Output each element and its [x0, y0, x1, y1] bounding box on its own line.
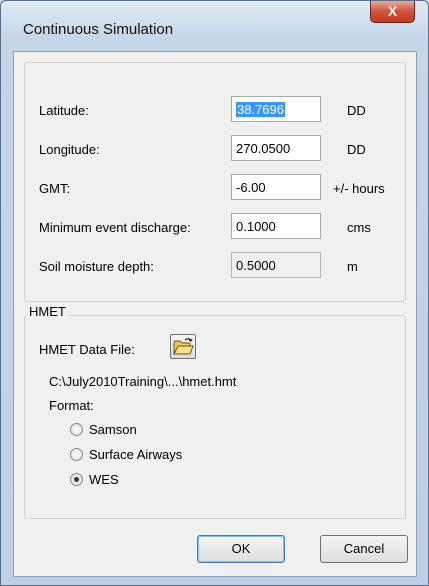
radio-samson-label[interactable]: Samson [89, 422, 137, 437]
latitude-field[interactable]: 38.7696 [231, 96, 321, 122]
cancel-button[interactable]: Cancel [320, 535, 408, 563]
min-discharge-unit: cms [347, 220, 371, 235]
longitude-label: Longitude: [39, 142, 100, 157]
soil-moisture-field: 0.5000 [231, 252, 321, 278]
soil-moisture-label: Soil moisture depth: [39, 259, 154, 274]
longitude-field[interactable]: 270.0500 [231, 135, 321, 161]
radio-wes[interactable] [70, 473, 83, 486]
hmet-data-file-label: HMET Data File: [39, 342, 135, 357]
dialog-client-area: Latitude: 38.7696 DD Longitude: 270.0500… [13, 51, 417, 577]
radio-surface-airways-label[interactable]: Surface Airways [89, 447, 182, 462]
browse-hmet-file-button[interactable] [170, 334, 196, 359]
min-discharge-field[interactable]: 0.1000 [231, 213, 321, 239]
close-button[interactable]: X [370, 1, 415, 23]
min-discharge-label: Minimum event discharge: [39, 220, 191, 235]
radio-samson[interactable] [70, 423, 83, 436]
gmt-label: GMT: [39, 181, 71, 196]
parameters-group: Latitude: 38.7696 DD Longitude: 270.0500… [24, 62, 406, 302]
latitude-unit: DD [347, 103, 366, 118]
window-title: Continuous Simulation [23, 21, 174, 38]
title-bar[interactable]: Continuous Simulation X [1, 1, 428, 51]
gmt-field[interactable]: -6.00 [231, 174, 321, 200]
hmet-group-title: HMET [27, 304, 68, 319]
continuous-simulation-dialog: Continuous Simulation X Latitude: 38.769… [0, 0, 429, 586]
hmet-group: HMET HMET Data File: C:\July2010Training… [24, 304, 406, 519]
hmet-file-path: C:\July2010Training\...\hmet.hmt [49, 374, 237, 389]
radio-surface-airways[interactable] [70, 448, 83, 461]
ok-button[interactable]: OK [197, 535, 285, 563]
longitude-unit: DD [347, 142, 366, 157]
radio-wes-label[interactable]: WES [89, 472, 119, 487]
soil-moisture-unit: m [347, 259, 358, 274]
format-label: Format: [49, 398, 94, 413]
open-folder-icon [173, 338, 194, 355]
gmt-unit: +/- hours [333, 181, 385, 196]
latitude-label: Latitude: [39, 103, 89, 118]
